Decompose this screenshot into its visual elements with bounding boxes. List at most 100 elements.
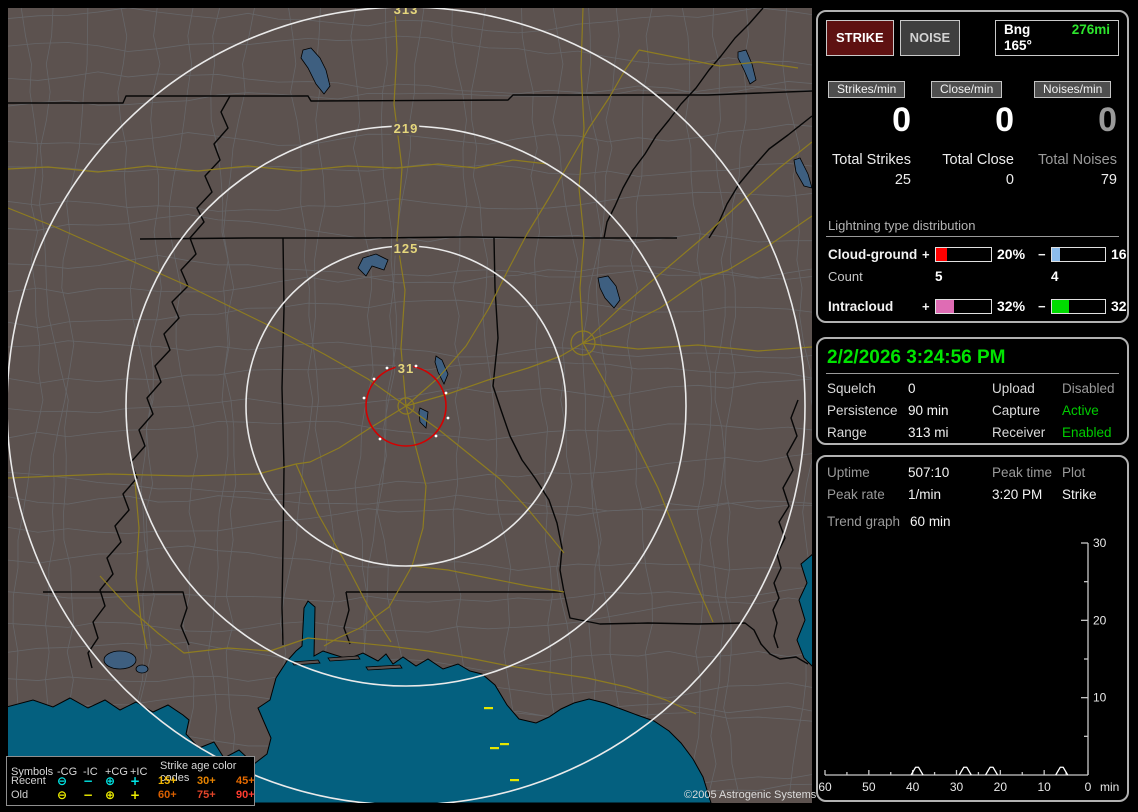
cg-positive-count: 5: [935, 269, 943, 284]
trend-graph-chart: 10 20 30 60 50 40 30 20 10 0 min: [818, 536, 1119, 794]
legend-old-label: Old: [11, 789, 29, 801]
total-strikes-value: 25: [894, 172, 911, 188]
legend-header-row: Symbols -CG -IC +CG +IC Strike age color…: [7, 760, 254, 784]
lightning-map[interactable]: 313 219 125 31 Symbols -CG -IC +CG +IC Stri…: [6, 8, 816, 806]
age-code-45: 45+: [236, 775, 255, 787]
pos-ic-recent-icon: +: [130, 774, 141, 788]
side-panel: STRIKE NOISE Bng 165° 276mi Strikes/min …: [816, 0, 1129, 802]
strike-mode-button[interactable]: STRIKE: [826, 20, 894, 56]
total-strikes-label: Total Strikes: [832, 152, 911, 168]
svg-text:20: 20: [1093, 613, 1107, 627]
squelch-label: Squelch: [827, 381, 876, 396]
trend-box: Uptime 507:10 Peak time Plot Peak rate 1…: [816, 455, 1129, 802]
pos-cg-old-icon: ⊕: [105, 788, 116, 802]
noise-mode-button[interactable]: NOISE: [899, 20, 961, 56]
squelch-value: 0: [908, 381, 916, 396]
ic-positive-pct: 32%: [997, 298, 1026, 314]
age-code-30: 30+: [197, 775, 216, 787]
upload-label: Upload: [992, 381, 1035, 396]
neg-ic-recent-icon: −: [83, 774, 94, 788]
svg-text:30: 30: [950, 780, 964, 794]
plus-sign: +: [922, 246, 930, 262]
legend-recent-label: Recent: [11, 775, 46, 787]
receiver-status: Enabled: [1062, 425, 1112, 440]
svg-text:313: 313: [394, 8, 419, 17]
count-label: Count: [828, 321, 922, 323]
age-code-15: 15+: [158, 775, 177, 787]
svg-text:125: 125: [394, 241, 419, 256]
svg-text:50: 50: [862, 780, 876, 794]
cloud-ground-label: Cloud-ground: [828, 246, 918, 262]
ic-positive-count: 8: [935, 321, 992, 323]
total-close-label: Total Close: [942, 152, 1014, 168]
minus-sign: −: [1038, 298, 1046, 314]
legend-old-ages: 60+ 75+ 90+: [152, 789, 272, 801]
strikes-per-min-counter: Strikes/min 0 Total Strikes 25: [828, 81, 911, 188]
cg-positive-bar: [935, 246, 992, 262]
range-label: Range: [827, 425, 867, 440]
persistence-label: Persistence: [827, 403, 898, 418]
svg-text:31: 31: [398, 361, 414, 376]
noises-per-min-counter: Noises/min 0 Total Noises 79: [1034, 81, 1117, 188]
map-legend: Symbols -CG -IC +CG +IC Strike age color…: [6, 756, 255, 806]
datetime-display: 2/2/2026 3:24:56 PM: [826, 347, 1119, 374]
cloud-ground-row: Cloud-ground + 20% − 16%: [826, 246, 1127, 262]
upload-status: Disabled: [1062, 381, 1115, 396]
pos-ic-old-icon: +: [130, 788, 141, 802]
range-value: 313 mi: [908, 425, 949, 440]
neg-cg-old-icon: ⊖: [57, 788, 68, 802]
svg-text:219: 219: [394, 121, 419, 136]
receiver-label: Receiver: [992, 425, 1046, 440]
cg-negative-count: 4: [1051, 269, 1059, 284]
copyright-text: ©2005 Astrogenic Systems: [684, 789, 817, 801]
status-row: Range 313 mi Receiver Enabled: [826, 425, 1119, 440]
noises-per-min-label: Noises/min: [1034, 81, 1112, 98]
legend-recent-ages: 15+ 30+ 45+: [152, 775, 272, 787]
ic-negative-pct: 32%: [1111, 298, 1127, 314]
svg-text:min: min: [1100, 780, 1119, 794]
total-close-value: 0: [1005, 172, 1014, 188]
cg-negative-pct: 16%: [1111, 246, 1127, 262]
persistence-value: 90 min: [908, 403, 949, 418]
strikes-per-min-value: 0: [892, 101, 911, 139]
close-per-min-label: Close/min: [931, 81, 1003, 98]
cloud-ground-count-row: Count 5 4: [826, 269, 1119, 284]
distribution-title: Lightning type distribution: [826, 218, 1119, 237]
svg-text:40: 40: [906, 780, 920, 794]
strikes-per-min-label: Strikes/min: [828, 81, 906, 98]
age-code-75: 75+: [197, 789, 216, 801]
legend-row-recent: Recent ⊖ − ⊕ + 15+ 30+ 45+: [7, 774, 255, 788]
legend-row-old: Old ⊖ − ⊕ + 60+ 75+ 90+: [7, 788, 255, 802]
svg-text:10: 10: [1037, 780, 1051, 794]
ic-positive-bar: [935, 298, 992, 314]
intracloud-count-row: Count 8 8: [826, 321, 1119, 323]
intracloud-row: Intracloud + 32% − 32%: [826, 298, 1127, 314]
app-root: { "map": { "colors": { "land": "#5c524f"…: [0, 0, 1138, 812]
total-noises-value: 79: [1100, 172, 1117, 188]
ic-negative-bar: [1051, 298, 1106, 314]
status-row: Squelch 0 Upload Disabled: [826, 381, 1119, 396]
ic-negative-count: 8: [1051, 321, 1106, 323]
svg-text:20: 20: [994, 780, 1008, 794]
noises-per-min-value: 0: [1098, 101, 1117, 139]
intracloud-label: Intracloud: [828, 298, 894, 314]
display-mode-row: STRIKE NOISE Bng 165° 276mi: [826, 20, 1119, 56]
capture-status: Active: [1062, 403, 1099, 418]
count-label: Count: [828, 269, 863, 284]
bearing-display: Bng 165° 276mi: [995, 20, 1119, 56]
cg-negative-bar: [1051, 246, 1106, 262]
bearing-distance: 276mi: [1071, 22, 1110, 37]
svg-text:30: 30: [1093, 536, 1107, 550]
total-noises-label: Total Noises: [1038, 152, 1117, 168]
age-code-90: 90+: [236, 789, 255, 801]
capture-label: Capture: [992, 403, 1041, 418]
pos-cg-recent-icon: ⊕: [105, 774, 116, 788]
cg-positive-pct: 20%: [997, 246, 1026, 262]
plus-sign: +: [922, 298, 930, 314]
close-per-min-counter: Close/min 0 Total Close 0: [931, 81, 1014, 188]
minus-sign: −: [1038, 246, 1046, 262]
svg-text:10: 10: [1093, 691, 1107, 705]
close-per-min-value: 0: [995, 101, 1014, 139]
svg-text:60: 60: [818, 780, 832, 794]
map-canvas[interactable]: 313 219 125 31: [8, 8, 812, 803]
